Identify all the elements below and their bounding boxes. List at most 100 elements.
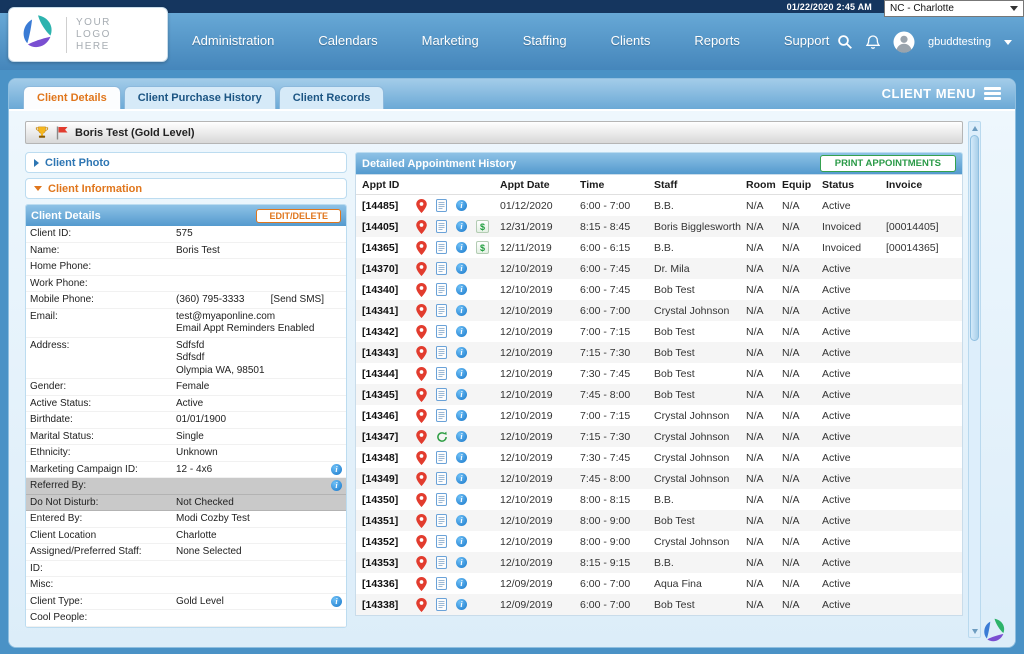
info-icon[interactable]: i [456,221,467,232]
notes-icon[interactable] [436,577,447,590]
notes-icon[interactable] [436,556,447,569]
info-icon[interactable]: i [456,263,467,274]
tab-client-records[interactable]: Client Records [279,86,385,109]
notes-icon[interactable] [436,241,447,254]
notes-icon[interactable] [436,199,447,212]
info-icon[interactable]: i [456,200,467,211]
vertical-scrollbar[interactable] [968,121,981,638]
info-icon[interactable]: i [456,326,467,337]
tab-client-details[interactable]: Client Details [23,86,121,109]
location-select[interactable]: NC - Charlotte [884,0,1024,17]
appt-status-cell: Active [822,599,886,611]
chevron-right-icon [34,159,39,167]
appt-id-cell: [14346] [362,410,416,422]
location-pin-icon[interactable] [416,514,427,528]
info-icon[interactable]: i [456,389,467,400]
print-appointments-button[interactable]: PRINT APPOINTMENTS [820,155,956,172]
nav-marketing[interactable]: Marketing [422,33,479,48]
location-pin-icon[interactable] [416,325,427,339]
location-pin-icon[interactable] [416,199,427,213]
notes-icon[interactable] [436,262,447,275]
notes-icon[interactable] [436,220,447,233]
location-pin-icon[interactable] [416,388,427,402]
trophy-icon[interactable] [35,126,49,140]
location-pin-icon[interactable] [416,304,427,318]
username-label[interactable]: gbuddtesting [928,36,991,48]
info-icon[interactable]: i [456,284,467,295]
info-icon[interactable]: i [456,305,467,316]
client-menu-button[interactable]: CLIENT MENU [882,85,1001,110]
notes-icon[interactable] [436,346,447,359]
nav-staffing[interactable]: Staffing [523,33,567,48]
info-icon[interactable]: i [456,515,467,526]
nav-administration[interactable]: Administration [192,33,274,48]
info-icon[interactable]: i [456,452,467,463]
nav-support[interactable]: Support [784,33,830,48]
location-pin-icon[interactable] [416,367,427,381]
notes-icon[interactable] [436,409,447,422]
notes-icon[interactable] [436,535,447,548]
scrollbar-thumb[interactable] [970,135,979,341]
location-pin-icon[interactable] [416,577,427,591]
invoice-dollar-icon[interactable]: $ [476,220,489,233]
notes-icon[interactable] [436,388,447,401]
location-pin-icon[interactable] [416,493,427,507]
location-pin-icon[interactable] [416,556,427,570]
location-pin-icon[interactable] [416,535,427,549]
info-icon[interactable]: i [456,431,467,442]
edit-delete-button[interactable]: EDIT/DELETE [256,209,341,223]
nav-clients[interactable]: Clients [611,33,651,48]
notes-icon[interactable] [436,598,447,611]
client-information-panel-toggle[interactable]: Client Information [25,178,347,199]
info-icon[interactable]: i [456,494,467,505]
info-icon[interactable]: i [456,410,467,421]
location-pin-icon[interactable] [416,220,427,234]
user-menu-chevron-icon[interactable] [1004,40,1012,45]
notes-icon[interactable] [436,514,447,527]
info-icon[interactable]: i [331,464,342,475]
appt-id-cell: [14349] [362,473,416,485]
location-pin-icon[interactable] [416,346,427,360]
scroll-up-arrow[interactable] [969,122,980,134]
location-pin-icon[interactable] [416,241,427,255]
recurring-icon[interactable] [436,431,448,443]
location-pin-icon[interactable] [416,451,427,465]
scroll-down-arrow[interactable] [969,625,980,637]
nav-calendars[interactable]: Calendars [318,33,377,48]
notes-icon[interactable] [436,367,447,380]
nav-reports[interactable]: Reports [694,33,740,48]
info-icon[interactable]: i [456,578,467,589]
send-sms-link[interactable]: [Send SMS] [271,294,324,307]
info-icon[interactable]: i [331,480,342,491]
info-icon[interactable]: i [456,473,467,484]
info-icon[interactable]: i [456,599,467,610]
notes-icon[interactable] [436,304,447,317]
tab-client-purchase-history[interactable]: Client Purchase History [124,86,276,109]
info-icon[interactable]: i [456,536,467,547]
notes-icon[interactable] [436,325,447,338]
info-icon[interactable]: i [456,557,467,568]
location-pin-icon[interactable] [416,430,427,444]
location-pin-icon[interactable] [416,283,427,297]
notes-icon[interactable] [436,493,447,506]
invoice-dollar-icon[interactable]: $ [476,241,489,254]
notes-icon[interactable] [436,451,447,464]
search-icon[interactable] [837,34,853,50]
client-photo-panel-toggle[interactable]: Client Photo [25,152,347,173]
notes-icon[interactable] [436,283,447,296]
location-pin-icon[interactable] [416,409,427,423]
notes-icon[interactable] [436,472,447,485]
flag-icon[interactable] [56,126,68,140]
location-pin-icon[interactable] [416,262,427,276]
info-icon[interactable]: i [331,596,342,607]
user-avatar[interactable] [893,31,915,53]
appointment-row: [14350]i12/10/20198:00 - 8:15B.B.N/AN/AA… [356,489,962,510]
info-icon[interactable]: i [456,347,467,358]
appt-column-header: Appt Date [500,179,580,191]
location-pin-icon[interactable] [416,598,427,612]
location-pin-icon[interactable] [416,472,427,486]
appt-id-cell: [14341] [362,305,416,317]
info-icon[interactable]: i [456,368,467,379]
notifications-bell-icon[interactable] [866,35,880,50]
info-icon[interactable]: i [456,242,467,253]
